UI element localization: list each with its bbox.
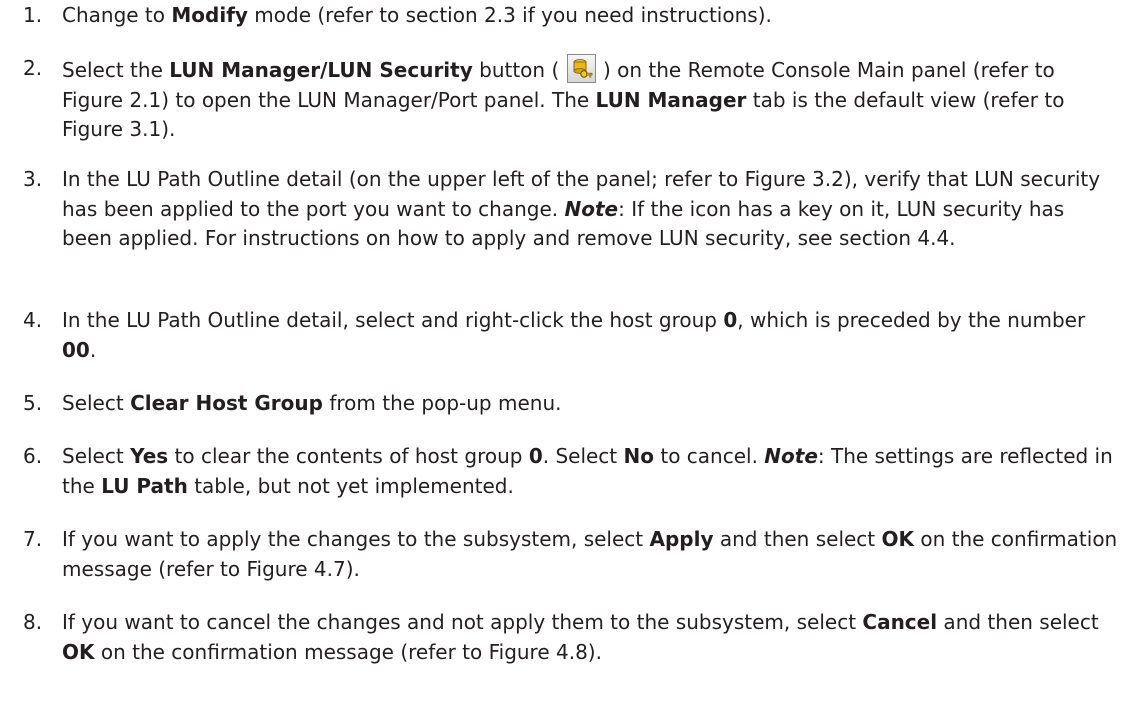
ui-term: No <box>623 444 654 468</box>
ui-term: Cancel <box>862 610 938 634</box>
step-text-run: Change to <box>62 3 172 27</box>
step-text-run: If you want to cancel the changes and no… <box>62 610 863 634</box>
step-number: 1. <box>23 3 43 27</box>
step-text-run: . Select <box>542 444 624 468</box>
step-text-run: to cancel. <box>654 444 765 468</box>
step-number: 7. <box>23 527 43 551</box>
step-text: If you want to apply the changes to the … <box>62 525 1120 584</box>
step-text-run: table, but not yet implemented. <box>187 473 514 498</box>
step-number: 6. <box>23 444 43 468</box>
step-text-run: and then select <box>713 527 882 551</box>
note-label: Note <box>564 196 619 221</box>
ui-term: Clear Host Group <box>130 391 323 415</box>
step-text-run: If you want to apply the changes to the … <box>62 527 650 551</box>
ui-term: Yes <box>130 444 169 468</box>
step-number: 3. <box>23 167 43 191</box>
ui-term: LUN Manager/LUN Security <box>169 58 473 82</box>
step-text-run: to clear the contents of host group <box>168 444 529 468</box>
step-number: 5. <box>23 391 43 415</box>
lun-security-key-icon <box>566 54 596 83</box>
step-text-run: mode (refer to section 2.3 if you need i… <box>247 3 772 27</box>
step-text-run: Select <box>62 444 131 468</box>
ui-term: OK <box>62 639 95 664</box>
step-number: 4. <box>23 308 43 332</box>
ui-term: OK <box>881 527 915 551</box>
ui-term: LUN Manager <box>595 87 747 112</box>
ui-term: 00 <box>62 337 90 362</box>
step-text-run: Select <box>62 391 131 415</box>
step-text-run: In the LU Path Outline detail, select an… <box>62 308 724 332</box>
step-text: Change to Modify mode (refer to section … <box>62 1 1120 31</box>
step-text: Select the LUN Manager/LUN Security butt… <box>62 54 1120 145</box>
step-text: In the LU Path Outline detail, select an… <box>62 306 1120 365</box>
step-text-run: . <box>89 337 97 362</box>
step-text-run: button ( <box>472 58 560 82</box>
step-number: 8. <box>23 610 43 634</box>
step-text: If you want to cancel the changes and no… <box>62 608 1120 667</box>
step-number: 2. <box>23 56 43 80</box>
ui-term: Modify <box>171 3 248 27</box>
step-text-run: from the pop-up menu. <box>322 391 562 415</box>
note-label: Note <box>764 444 818 468</box>
step-text: Select Yes to clear the contents of host… <box>62 442 1120 501</box>
step-text: In the LU Path Outline detail (on the up… <box>62 165 1120 254</box>
step-text-run: , which is preceded by the number <box>737 308 1086 332</box>
step-text-run: on the confirmation message (refer to Fi… <box>94 639 602 664</box>
step-text-run: and then select <box>937 610 1099 634</box>
ui-term: 0 <box>528 444 543 468</box>
ui-term: LU Path <box>101 473 188 498</box>
step-text: Select Clear Host Group from the pop-up … <box>62 389 1120 419</box>
ui-term: 0 <box>723 308 738 332</box>
ui-term: Apply <box>649 527 714 551</box>
step-text-run: Select the <box>62 58 170 82</box>
